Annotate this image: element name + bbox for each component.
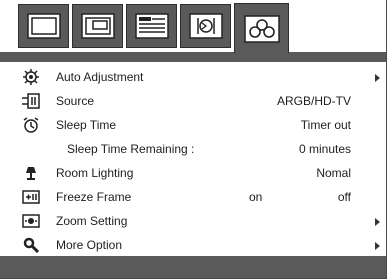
sleep-time-remaining-label: Sleep Time Remaining :	[67, 142, 195, 156]
freeze-frame-off-option[interactable]: off	[338, 185, 351, 209]
menu-item-sleep-time[interactable]: Sleep Time Timer out	[0, 113, 386, 137]
freeze-frame-label: Freeze Frame	[56, 190, 132, 204]
sleep-time-label: Sleep Time	[56, 118, 117, 132]
sleep-time-value: Timer out	[300, 118, 351, 132]
more-option-icon	[22, 237, 40, 253]
picture-tab-icon	[26, 13, 61, 39]
freeze-frame-on-option[interactable]: on	[249, 185, 262, 209]
zoom-setting-label: Zoom Setting	[56, 214, 128, 228]
function-menu-list: Auto Adjustment Source ARGB/HD-TV Sleep …	[0, 62, 386, 256]
tab-sound[interactable]	[180, 4, 231, 48]
tab-function[interactable]	[234, 3, 289, 53]
source-icon	[22, 93, 40, 109]
menu-item-source[interactable]: Source ARGB/HD-TV	[0, 89, 386, 113]
zoom-icon	[22, 213, 40, 229]
room-lighting-value: Nomal	[316, 166, 351, 180]
menu-item-zoom-setting[interactable]: Zoom Setting	[0, 209, 386, 233]
menu-item-more-option[interactable]: More Option	[0, 233, 386, 257]
auto-adjust-icon	[22, 69, 40, 85]
submenu-arrow-icon	[375, 242, 380, 250]
submenu-arrow-icon	[375, 74, 380, 82]
auto-adjustment-label: Auto Adjustment	[56, 70, 144, 84]
tab-strip	[0, 52, 386, 62]
source-label: Source	[56, 94, 95, 108]
submenu-arrow-icon	[375, 218, 380, 226]
tab-bar	[0, 0, 386, 53]
sleep-clock-icon	[22, 117, 40, 133]
menu-list-tab-icon	[134, 13, 169, 39]
sound-tab-icon	[188, 13, 223, 39]
tab-pip[interactable]	[72, 4, 123, 48]
source-value: ARGB/HD-TV	[276, 94, 351, 108]
room-lighting-label: Room Lighting	[56, 166, 134, 180]
function-tab-icon	[243, 14, 280, 43]
tab-menu-list[interactable]	[126, 4, 177, 48]
lamp-icon	[22, 165, 40, 181]
menu-item-sleep-time-remaining: Sleep Time Remaining : 0 minutes	[0, 137, 386, 161]
bottom-bar	[0, 256, 386, 278]
more-option-label: More Option	[56, 238, 123, 252]
menu-item-auto-adjustment[interactable]: Auto Adjustment	[0, 65, 386, 89]
pip-tab-icon	[80, 13, 115, 39]
sleep-time-remaining-value: 0 minutes	[298, 142, 351, 156]
osd-menu: Auto Adjustment Source ARGB/HD-TV Sleep …	[0, 0, 387, 279]
menu-item-freeze-frame[interactable]: Freeze Frame on off	[0, 185, 386, 209]
tab-picture[interactable]	[18, 4, 69, 48]
menu-item-room-lighting[interactable]: Room Lighting Nomal	[0, 161, 386, 185]
freeze-frame-icon	[22, 189, 40, 205]
